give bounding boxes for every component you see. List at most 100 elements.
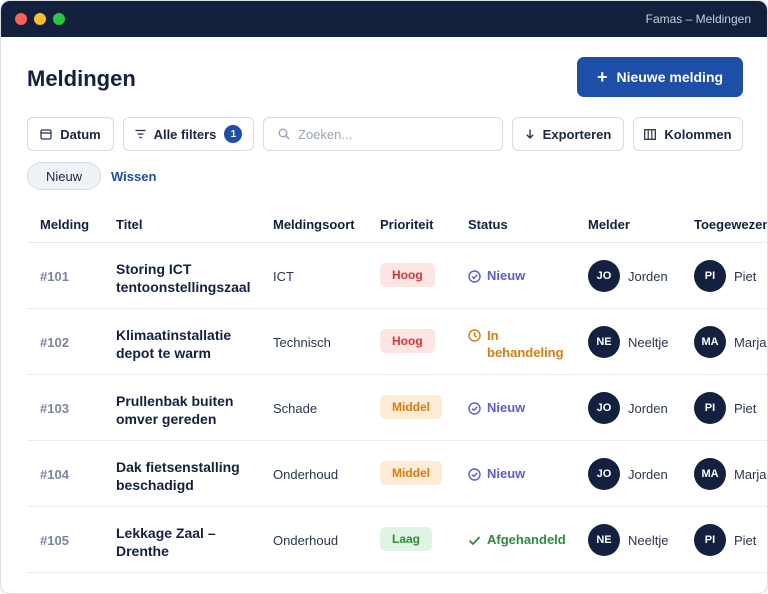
search-box[interactable] — [263, 117, 503, 151]
avatar: JO — [588, 458, 620, 490]
report-type: Onderhoud — [273, 467, 339, 482]
page-title: Meldingen — [27, 66, 136, 91]
table-row[interactable]: #102 Klimaatinstallatie depot te warm Te… — [27, 309, 767, 375]
reports-table: Melding Titel Meldingsoort Prioriteit St… — [27, 207, 767, 573]
column-header-priority[interactable]: Prioriteit — [380, 217, 433, 232]
avatar: NE — [588, 326, 620, 358]
report-id: #104 — [40, 467, 69, 482]
report-id: #103 — [40, 401, 69, 416]
report-type: ICT — [273, 269, 294, 284]
reporter: JO Jorden — [588, 260, 668, 292]
circle-check-icon — [468, 468, 481, 481]
minimize-window-button[interactable] — [34, 13, 46, 25]
reporter-name: Neeltje — [628, 334, 669, 350]
reporter-name: Jorden — [628, 400, 668, 416]
column-header-status[interactable]: Status — [468, 217, 508, 232]
status-indicator: Nieuw — [468, 268, 525, 283]
report-id: #102 — [40, 335, 69, 350]
page-header: Meldingen + Nieuwe melding — [27, 57, 743, 99]
assignee-name: Piet — [734, 268, 757, 284]
reporter-name: Neeltje — [628, 532, 669, 548]
reporter: NE Neeltje — [588, 326, 668, 358]
clock-icon — [468, 329, 481, 342]
filter-chip-new[interactable]: Nieuw — [27, 162, 101, 190]
report-type: Schade — [273, 401, 318, 416]
table-row[interactable]: #104 Dak fietsenstalling beschadigd Onde… — [27, 441, 767, 507]
assignee-name: Marjan — [734, 466, 767, 482]
columns-icon — [644, 128, 657, 140]
report-title[interactable]: Lekkage Zaal – Drenthe — [116, 524, 261, 560]
close-window-button[interactable] — [15, 13, 27, 25]
reporter-name: Jorden — [628, 466, 668, 482]
new-report-button[interactable]: + Nieuwe melding — [577, 57, 743, 97]
column-header-assignee[interactable]: Toegewezen — [694, 217, 767, 232]
priority-badge: Middel — [380, 461, 442, 485]
report-title[interactable]: Prullenbak buiten omver gereden — [116, 392, 261, 428]
status-label: Nieuw — [487, 466, 526, 481]
status-label: In behandeling — [487, 328, 564, 360]
columns-button[interactable]: Kolommen — [633, 117, 743, 151]
avatar: PI — [694, 260, 726, 292]
all-filters-label: Alle filters — [153, 126, 217, 142]
assignee-name: Piet — [734, 532, 757, 548]
title-bar: Famas – Meldingen — [1, 1, 767, 37]
status-label: Nieuw — [487, 400, 526, 415]
search-input[interactable] — [298, 126, 488, 142]
column-header-report[interactable]: Melding — [40, 217, 89, 232]
avatar: MA — [694, 458, 726, 490]
reporter: NE Neeltje — [588, 524, 668, 556]
report-title[interactable]: Klimaatinstallatie depot te warm — [116, 326, 261, 362]
assignee-name: Piet — [734, 400, 757, 416]
report-id: #101 — [40, 269, 69, 284]
priority-badge: Hoog — [380, 329, 435, 353]
avatar: JO — [588, 392, 620, 424]
assignee: PI Piet — [694, 392, 756, 424]
toolbar: Datum Alle filters 1 Exporteren — [27, 117, 743, 151]
avatar: MA — [694, 326, 726, 358]
avatar: PI — [694, 392, 726, 424]
column-header-title[interactable]: Titel — [116, 217, 143, 232]
export-label: Exporteren — [542, 126, 612, 142]
reporter-name: Jorden — [628, 268, 668, 284]
table-row[interactable]: #101 Storing ICT tentoonstellingszaal IC… — [27, 243, 767, 309]
status-label: Afgehandeld — [487, 532, 566, 547]
assignee-name: Marjan — [734, 334, 767, 350]
app-window: Famas – Meldingen Meldingen + Nieuwe mel… — [0, 0, 768, 594]
table-row[interactable]: #105 Lekkage Zaal – Drenthe Onderhoud La… — [27, 507, 767, 573]
column-header-reporter[interactable]: Melder — [588, 217, 630, 232]
reporter: JO Jorden — [588, 458, 668, 490]
calendar-icon — [40, 129, 52, 140]
date-filter-button[interactable]: Datum — [27, 117, 114, 151]
filter-icon — [135, 129, 146, 139]
assignee: MA Marjan — [694, 458, 767, 490]
report-type: Onderhoud — [273, 533, 339, 548]
window-title: Famas – Meldingen — [645, 12, 751, 26]
new-report-button-label: Nieuwe melding — [616, 69, 724, 85]
export-button[interactable]: Exporteren — [512, 117, 624, 151]
priority-badge: Middel — [380, 395, 442, 419]
maximize-window-button[interactable] — [53, 13, 65, 25]
avatar: PI — [694, 524, 726, 556]
circle-check-icon — [468, 402, 481, 415]
all-filters-button[interactable]: Alle filters 1 — [123, 117, 254, 151]
table-row[interactable]: #103 Prullenbak buiten omver gereden Sch… — [27, 375, 767, 441]
report-id: #105 — [40, 533, 69, 548]
plus-icon: + — [596, 67, 608, 87]
priority-badge: Laag — [380, 527, 433, 551]
report-title[interactable]: Storing ICT tentoonstellingszaal — [116, 260, 261, 296]
status-label: Nieuw — [487, 268, 526, 283]
status-indicator: In behandeling — [468, 327, 565, 361]
date-filter-label: Datum — [60, 126, 101, 142]
report-type: Technisch — [273, 335, 331, 350]
download-icon — [525, 129, 534, 139]
clear-filters-link[interactable]: Wissen — [111, 169, 156, 184]
filter-count-badge: 1 — [224, 125, 243, 143]
reporter: JO Jorden — [588, 392, 668, 424]
column-header-type[interactable]: Meldingsoort — [273, 217, 355, 232]
avatar: NE — [588, 524, 620, 556]
report-title[interactable]: Dak fietsenstalling beschadigd — [116, 458, 261, 494]
status-indicator: Nieuw — [468, 400, 525, 415]
avatar: JO — [588, 260, 620, 292]
assignee: PI Piet — [694, 260, 756, 292]
status-indicator: Afgehandeld — [468, 532, 566, 547]
